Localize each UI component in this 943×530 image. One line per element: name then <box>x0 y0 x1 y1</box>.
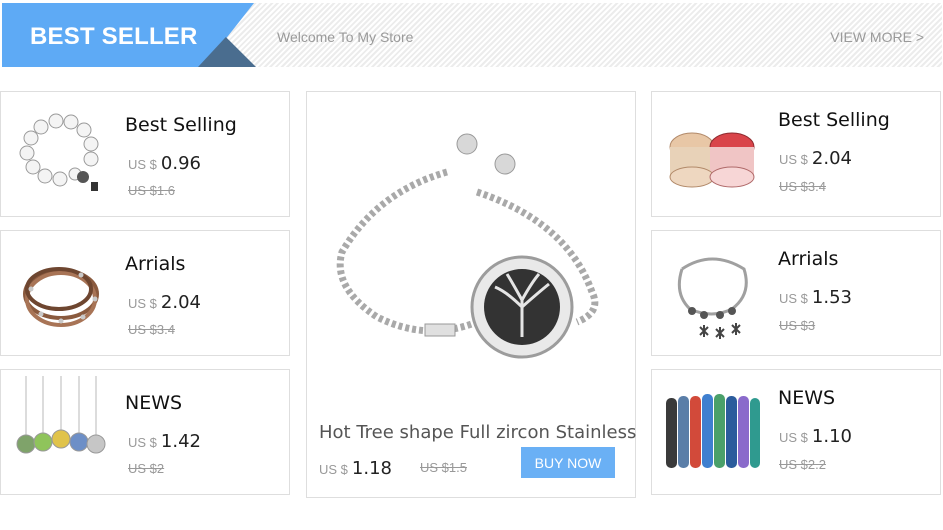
product-price: US $1.42 <box>128 431 201 452</box>
featured-old-price: US $1.5 <box>420 460 467 475</box>
leather-wrap-bracelet-icon <box>11 239 111 349</box>
old-price: US $3.4 <box>779 179 826 194</box>
product-card-right-1[interactable]: Best Selling US $2.04 US $3.4 <box>651 91 941 217</box>
price-value: 1.10 <box>811 426 852 447</box>
old-price: US $3.4 <box>128 322 175 337</box>
multilayer-bracelets-icon <box>662 102 762 212</box>
bead-bracelets-icon <box>662 376 762 486</box>
buy-now-button[interactable]: BUY NOW <box>521 447 615 478</box>
old-price: US $2.2 <box>779 457 826 472</box>
currency-label: US $ <box>319 462 348 477</box>
product-name[interactable]: Arrials <box>778 248 838 270</box>
product-name[interactable]: Best Selling <box>778 109 890 131</box>
banner-title: BEST SELLER <box>30 23 198 50</box>
banner-subtitle: Welcome To My Store <box>277 29 414 45</box>
price-value: 2.04 <box>160 292 201 313</box>
currency-label: US $ <box>779 430 808 445</box>
pearl-bracelet-icon <box>11 102 111 212</box>
currency-label: US $ <box>128 296 157 311</box>
price-value: 1.18 <box>351 458 392 479</box>
currency-label: US $ <box>779 291 808 306</box>
old-price: US $1.6 <box>128 183 175 198</box>
currency-label: US $ <box>128 157 157 172</box>
product-name[interactable]: NEWS <box>778 387 835 409</box>
price-value: 1.42 <box>160 431 201 452</box>
product-price: US $1.10 <box>779 426 852 447</box>
product-card-left-1[interactable]: Best Selling US $0.96 US $1.6 <box>0 91 290 217</box>
old-price: US $2 <box>128 461 165 476</box>
featured-price: US $1.18 <box>319 458 392 479</box>
product-price: US $2.04 <box>779 148 852 169</box>
price-value: 2.04 <box>811 148 852 169</box>
product-price: US $1.53 <box>779 287 852 308</box>
product-card-right-2[interactable]: Arrials US $1.53 US $3 <box>651 230 941 356</box>
product-card-left-2[interactable]: Arrials US $2.04 US $3.4 <box>0 230 290 356</box>
snowflake-charm-bracelet-icon <box>662 239 762 349</box>
featured-title[interactable]: Hot Tree shape Full zircon Stainless <box>319 422 636 443</box>
product-name[interactable]: Best Selling <box>125 114 237 136</box>
old-price: US $3 <box>779 318 816 333</box>
product-card-left-3[interactable]: NEWS US $1.42 US $2 <box>0 369 290 495</box>
product-name[interactable]: NEWS <box>125 392 182 414</box>
price-value: 0.96 <box>160 153 201 174</box>
product-name[interactable]: Arrials <box>125 253 185 275</box>
view-more-link[interactable]: VIEW MORE > <box>830 29 924 45</box>
product-price: US $2.04 <box>128 292 201 313</box>
tree-of-life-bracelet-icon <box>317 112 627 402</box>
product-price: US $0.96 <box>128 153 201 174</box>
price-value: 1.53 <box>811 287 852 308</box>
best-seller-banner: BEST SELLER Welcome To My Store VIEW MOR… <box>2 3 942 67</box>
currency-label: US $ <box>779 152 808 167</box>
featured-product-card[interactable]: Hot Tree shape Full zircon Stainless US … <box>306 91 636 498</box>
currency-label: US $ <box>128 435 157 450</box>
pendant-necklaces-icon <box>11 376 111 486</box>
product-card-right-3[interactable]: NEWS US $1.10 US $2.2 <box>651 369 941 495</box>
